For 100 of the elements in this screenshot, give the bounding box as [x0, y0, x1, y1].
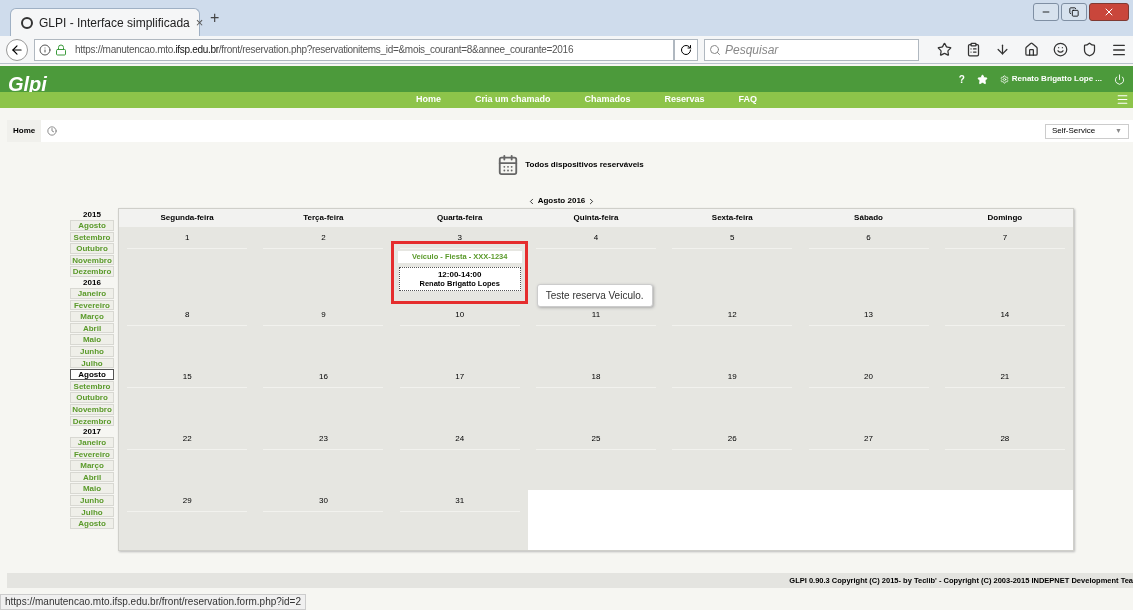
day-number: 4 [593, 233, 599, 243]
smiley-icon[interactable] [1053, 42, 1068, 57]
day-number: 1 [184, 233, 190, 243]
month-link[interactable]: Maio [70, 334, 114, 345]
year-label: 2015 [82, 210, 102, 219]
restore-button[interactable] [1061, 3, 1087, 21]
day-number: 23 [318, 434, 328, 444]
day-number: 19 [727, 372, 737, 382]
home-icon[interactable] [1024, 42, 1039, 57]
month-link[interactable]: Novembro [70, 254, 114, 266]
menu-item[interactable]: Home [414, 93, 443, 107]
month-link[interactable]: Janeiro [70, 437, 114, 448]
help-link[interactable]: ? [958, 71, 965, 87]
minimize-button[interactable] [1033, 3, 1059, 21]
day-number: 3 [457, 233, 462, 243]
month-link[interactable]: Maio [70, 483, 114, 495]
year-label: 2017 [82, 427, 102, 437]
month-link[interactable]: Agosto [70, 220, 114, 231]
weekday-header: Sexta-feira [710, 212, 754, 224]
month-link[interactable]: Janeiro [70, 287, 114, 299]
download-icon[interactable] [995, 42, 1010, 57]
day-number: 11 [591, 310, 601, 320]
shield-icon[interactable] [1082, 42, 1097, 57]
month-link[interactable]: Agosto [70, 369, 114, 380]
day-number: 17 [455, 372, 465, 382]
status-bar-url: https://manutencao.mto.ifsp.edu.br/front/reservation.form.php?id=2 [0, 594, 306, 610]
day-number: 28 [1000, 434, 1010, 444]
month-link[interactable]: Outubro [70, 392, 114, 403]
logout-icon[interactable] [1114, 73, 1125, 85]
day-number: 24 [455, 434, 465, 444]
weekday-header: Segunda-feira [159, 212, 215, 224]
weekday-header: Domingo [986, 212, 1024, 224]
day-number: 16 [318, 372, 328, 382]
day-number: 15 [182, 372, 192, 382]
weekday-header: Quinta-feira [572, 212, 620, 224]
tooltip: Teste reserva Veiculo. [536, 284, 653, 307]
reservation-time: 12:00-14:00 [437, 270, 482, 279]
glpi-logo[interactable]: Glpi [8, 74, 47, 94]
reading-list-icon[interactable] [966, 42, 981, 57]
month-title: Agosto 2016 [537, 195, 586, 207]
day-number: 25 [591, 434, 601, 444]
month-link[interactable]: Abril [70, 322, 114, 334]
new-tab-button[interactable]: + [210, 6, 220, 30]
day-number: 5 [730, 233, 735, 243]
month-link[interactable]: Abril [70, 471, 114, 483]
day-number: 10 [455, 310, 465, 320]
month-link[interactable]: Setembro [70, 380, 114, 392]
day-number: 8 [184, 310, 190, 320]
month-link[interactable]: Dezembro [70, 415, 114, 427]
restore-icon [1069, 7, 1079, 17]
reload-button[interactable] [674, 38, 698, 61]
search-icon [709, 43, 721, 56]
reload-icon [680, 43, 692, 56]
url-text: https://manutencao.mto.ifsp.edu.br/front/reservation.php?reservationitems_id=&mois_courant=8&annee_courante=2016 [75, 43, 574, 57]
close-icon [1103, 6, 1115, 18]
month-link[interactable]: Julho [70, 506, 114, 518]
tab-title: GLPI - Interface simplificada [39, 14, 190, 32]
month-link[interactable]: Dezembro [70, 266, 114, 277]
user-link[interactable]: Renato Brigatto Lope ... [999, 73, 1102, 85]
month-link[interactable]: Fevereiro [70, 299, 114, 311]
month-link[interactable]: Setembro [70, 231, 114, 243]
day-number: 30 [318, 496, 328, 506]
weekday-header: Terça-feira [302, 212, 345, 224]
day-number: 12 [727, 310, 737, 320]
year-label: 2016 [82, 277, 102, 287]
url-field[interactable]: https://manutencao.mto.ifsp.edu.br/front/reservation.php?reservationitems_id=&mois_courant=8&annee_courante=2016 [34, 38, 674, 61]
month-link[interactable]: Junho [70, 345, 114, 357]
weekday-header: Sábado [853, 212, 884, 224]
day-number: 18 [591, 372, 601, 382]
back-button[interactable] [6, 38, 28, 61]
day-number: 6 [866, 233, 871, 243]
month-link[interactable]: Junho [70, 495, 114, 506]
day-number: 22 [182, 434, 192, 444]
bookmark-star-icon[interactable] [937, 42, 952, 57]
month-link[interactable]: Março [70, 311, 114, 322]
month-link[interactable]: Março [70, 460, 114, 471]
menu-item[interactable]: Chamados [582, 93, 633, 107]
menu-item[interactable]: Reservas [662, 93, 707, 107]
day-number: 2 [321, 233, 326, 243]
day-number: 27 [864, 434, 873, 444]
menu-item[interactable]: Cria um chamado [473, 93, 553, 107]
breadcrumb-home-link[interactable]: Home [7, 120, 42, 142]
star-icon[interactable] [976, 73, 988, 85]
day-number: 20 [864, 372, 873, 382]
back-arrow-icon [10, 42, 24, 57]
day-number: 31 [455, 496, 465, 506]
day-number: 9 [321, 310, 326, 320]
month-link[interactable]: Outubro [70, 243, 114, 254]
day-number: 7 [1002, 233, 1008, 243]
month-link[interactable]: Julho [70, 357, 114, 369]
menu-item[interactable]: FAQ [736, 93, 760, 107]
month-link[interactable]: Agosto [70, 518, 114, 529]
month-link[interactable]: Fevereiro [70, 448, 114, 460]
info-icon [39, 43, 51, 56]
weekday-header: Quarta-feira [436, 212, 484, 224]
day-number: 13 [864, 310, 873, 320]
search-field[interactable]: Pesquisar [704, 38, 919, 61]
close-window-button[interactable] [1089, 3, 1129, 21]
calendar-icon [497, 154, 520, 176]
month-link[interactable]: Novembro [70, 403, 114, 415]
